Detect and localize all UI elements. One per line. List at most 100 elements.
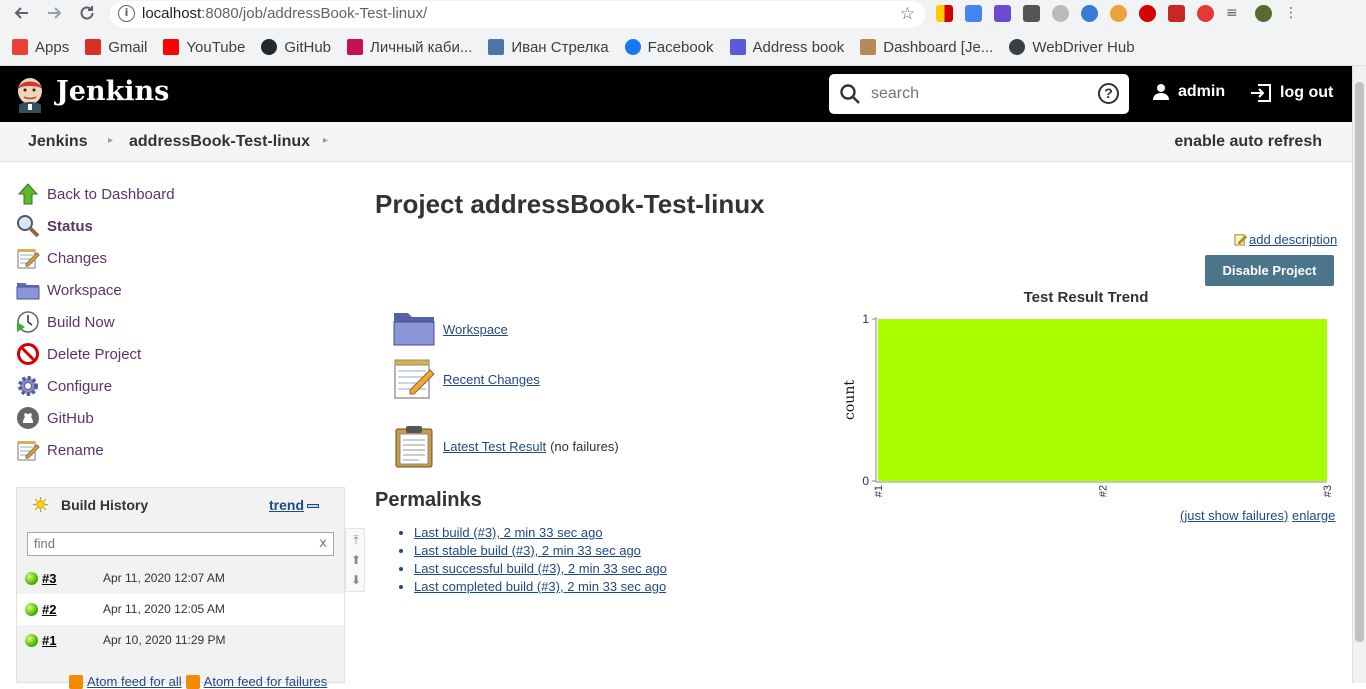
bookmark-item[interactable]: GitHub <box>261 39 331 56</box>
build-success-ball-icon[interactable] <box>25 634 38 647</box>
extension-youtube-icon[interactable] <box>1168 5 1185 22</box>
extension-translate-icon[interactable] <box>965 5 982 22</box>
clipboard-icon[interactable] <box>392 424 436 468</box>
site-info-icon[interactable]: i <box>118 5 135 22</box>
bookmark-item[interactable]: YouTube <box>163 39 245 56</box>
extension-google-translate-icon[interactable] <box>994 5 1011 22</box>
test-result-trend-chart[interactable]: Test Result Trend01#1#2#3count <box>836 286 1336 508</box>
extension-flag-icon[interactable] <box>936 5 953 22</box>
help-icon[interactable]: ? <box>1098 83 1119 104</box>
bookmark-item[interactable]: Gmail <box>85 39 147 56</box>
build-date[interactable]: Apr 11, 2020 12:07 AM <box>103 571 225 585</box>
collapse-icon[interactable] <box>307 504 319 508</box>
build-success-ball-icon[interactable] <box>25 603 38 616</box>
task-link[interactable]: Configure <box>47 378 112 395</box>
add-description-label[interactable]: add description <box>1249 232 1337 247</box>
task-link[interactable]: Workspace <box>47 282 122 299</box>
user-link[interactable]: admin <box>1152 83 1225 101</box>
add-description-link[interactable]: add description <box>1234 232 1337 247</box>
task-delete-project[interactable]: Delete Project <box>16 338 346 370</box>
bookmark-label: WebDriver Hub <box>1032 39 1134 56</box>
bookmark-item[interactable]: Иван Стрелка <box>488 39 608 56</box>
main-link-label[interactable]: Workspace <box>443 322 508 337</box>
task-configure[interactable]: Configure <box>16 370 346 402</box>
task-build-now[interactable]: Build Now <box>16 306 346 338</box>
user-name[interactable]: admin <box>1178 83 1225 101</box>
build-number-link[interactable]: #3 <box>42 571 56 586</box>
task-link[interactable]: Delete Project <box>47 346 141 363</box>
task-link[interactable]: GitHub <box>47 410 94 427</box>
build-success-ball-icon[interactable] <box>25 572 38 585</box>
media-control-icon[interactable]: ≡ <box>1226 5 1243 22</box>
scrollbar-thumb[interactable] <box>1355 82 1364 642</box>
task-link[interactable]: Build Now <box>47 314 115 331</box>
atom-feed-failures-link[interactable]: Atom feed for failures <box>204 674 328 689</box>
bookmark-item[interactable]: Address book <box>730 39 845 56</box>
build-date[interactable]: Apr 10, 2020 11:29 PM <box>103 633 226 647</box>
build-date[interactable]: Apr 11, 2020 12:05 AM <box>103 602 225 616</box>
address-bar[interactable]: i localhost:8080/job/addressBook-Test-li… <box>110 1 925 28</box>
search-input[interactable] <box>871 82 1081 106</box>
notepad-icon[interactable] <box>392 357 436 401</box>
logout-link[interactable]: log out <box>1250 83 1333 103</box>
task-back-to-dashboard[interactable]: Back to Dashboard <box>16 178 346 210</box>
permalink-item: Last successful build (#3), 2 min 33 sec… <box>414 561 667 579</box>
breadcrumb-separator-icon[interactable]: ▸ <box>323 135 328 146</box>
jenkins-icon <box>860 39 876 55</box>
build-number-link[interactable]: #1 <box>42 633 56 648</box>
clear-find-icon[interactable]: x <box>319 536 327 551</box>
back-arrow-icon[interactable] <box>11 4 33 26</box>
extension-cookie-icon[interactable] <box>1110 5 1127 22</box>
profile-avatar-icon[interactable] <box>1255 5 1272 22</box>
page-down-icon[interactable]: ⬇ <box>349 573 363 587</box>
atom-feed-all-link[interactable]: Atom feed for all <box>87 674 182 689</box>
extension-grey-icon[interactable] <box>1052 5 1069 22</box>
bookmark-item[interactable]: Facebook <box>625 39 714 56</box>
permalink-link[interactable]: Last build (#3), 2 min 33 sec ago <box>414 525 603 540</box>
bookmark-item[interactable]: WebDriver Hub <box>1009 39 1134 56</box>
enlarge-link[interactable]: enlarge <box>1292 508 1335 523</box>
jenkins-logo-icon[interactable] <box>14 75 46 113</box>
trend-link[interactable]: trend <box>269 497 304 513</box>
task-link[interactable]: Back to Dashboard <box>47 186 175 203</box>
permalink-link[interactable]: Last completed build (#3), 2 min 33 sec … <box>414 579 666 594</box>
task-github[interactable]: GitHub <box>16 402 346 434</box>
build-find-input[interactable] <box>34 536 314 551</box>
jenkins-title[interactable]: Jenkins <box>56 76 169 107</box>
bookmark-star-icon[interactable]: ☆ <box>900 4 915 24</box>
task-workspace[interactable]: Workspace <box>16 274 346 306</box>
forward-arrow-icon[interactable] <box>43 4 65 26</box>
task-changes[interactable]: Changes <box>16 242 346 274</box>
folder-icon[interactable] <box>392 307 436 351</box>
main-link-label[interactable]: Latest Test Result <box>443 439 546 454</box>
main-link-label[interactable]: Recent Changes <box>443 372 540 387</box>
permalink-link[interactable]: Last stable build (#3), 2 min 33 sec ago <box>414 543 641 558</box>
disable-project-button[interactable]: Disable Project <box>1205 255 1334 286</box>
page-up-icon[interactable]: ⬆ <box>349 553 363 567</box>
task-link[interactable]: Changes <box>47 250 107 267</box>
logout-label[interactable]: log out <box>1280 84 1333 102</box>
menu-kebab-icon[interactable]: ⋮ <box>1284 5 1301 22</box>
just-show-failures-link[interactable]: (just show failures) <box>1180 508 1288 523</box>
permalink-link[interactable]: Last successful build (#3), 2 min 33 sec… <box>414 561 667 576</box>
bookmark-item[interactable]: Личный каби... <box>347 39 472 56</box>
enable-auto-refresh-link[interactable]: enable auto refresh <box>1174 133 1322 151</box>
bookmark-item[interactable]: Apps <box>12 39 69 56</box>
reload-icon[interactable] <box>76 4 98 26</box>
page-scrollbar[interactable] <box>1352 66 1366 683</box>
build-number-link[interactable]: #2 <box>42 602 56 617</box>
extension-adblock-icon[interactable] <box>1197 5 1214 22</box>
task-rename[interactable]: Rename <box>16 434 346 466</box>
bookmark-item[interactable]: Dashboard [Je... <box>860 39 993 56</box>
page-top-icon[interactable]: ⤒ <box>349 533 363 547</box>
breadcrumb-job[interactable]: addressBook-Test-linux <box>129 133 310 151</box>
task-link[interactable]: Rename <box>47 442 104 459</box>
extension-linkedin-icon[interactable] <box>1023 5 1040 22</box>
url-text[interactable]: localhost:8080/job/addressBook-Test-linu… <box>142 5 427 22</box>
extension-blue-icon[interactable] <box>1081 5 1098 22</box>
breadcrumb-jenkins[interactable]: Jenkins <box>28 133 88 151</box>
extension-red-icon[interactable] <box>1139 5 1156 22</box>
breadcrumb-separator-icon[interactable]: ▸ <box>108 135 113 146</box>
task-link[interactable]: Status <box>47 218 93 235</box>
task-status[interactable]: Status <box>16 210 346 242</box>
